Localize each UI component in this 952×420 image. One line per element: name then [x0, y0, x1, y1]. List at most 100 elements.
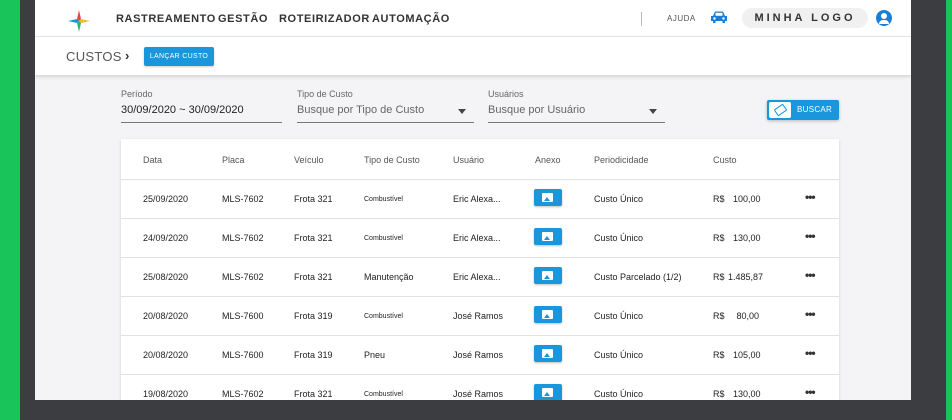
- more-options-icon[interactable]: •••: [805, 307, 816, 321]
- cell-cost-type: Combustível: [364, 235, 403, 242]
- nav-divider: [641, 12, 642, 26]
- cell-currency: R$: [713, 389, 725, 399]
- app-logo-icon[interactable]: [67, 9, 91, 33]
- cell-vehicle: Frota 319: [294, 350, 333, 360]
- cell-currency: R$: [713, 311, 725, 321]
- cell-currency: R$: [713, 272, 725, 282]
- attachment-button[interactable]: [534, 384, 562, 400]
- cell-plate: MLS-7600: [222, 311, 264, 321]
- attachment-button[interactable]: [534, 345, 562, 362]
- cost-type-select[interactable]: Busque por Tipo de Custo: [297, 104, 424, 116]
- cell-amount: 105,00: [733, 350, 761, 360]
- cell-cost-type: Combustível: [364, 313, 403, 320]
- cell-user: José Ramos: [453, 350, 504, 360]
- table-row[interactable]: 20/08/2020 MLS-7600 Frota 319 Combustíve…: [121, 296, 839, 336]
- cell-vehicle: Frota 321: [294, 233, 333, 243]
- cell-periodicity: Custo Único: [594, 350, 644, 360]
- users-dropdown-icon[interactable]: [649, 109, 657, 114]
- more-options-icon[interactable]: •••: [805, 229, 816, 243]
- cell-vehicle: Frota 321: [294, 272, 333, 282]
- user-account-icon[interactable]: [876, 10, 892, 26]
- nav-gestao[interactable]: GESTÃO: [218, 13, 268, 25]
- header-cost: Custo: [713, 155, 737, 165]
- brand-logo: MINHA LOGO: [742, 8, 868, 28]
- cell-cost-type: Manutenção: [364, 272, 414, 282]
- more-options-icon[interactable]: •••: [805, 346, 816, 360]
- image-icon: [542, 388, 553, 397]
- cell-amount: 100,00: [733, 194, 761, 204]
- cell-date: 20/08/2020: [143, 311, 189, 321]
- cost-type-underline: [297, 122, 474, 123]
- more-options-icon[interactable]: •••: [805, 190, 816, 204]
- more-options-icon[interactable]: •••: [805, 268, 816, 282]
- nav-rastreamento[interactable]: RASTREAMENTO: [116, 13, 216, 25]
- cell-user: José Ramos: [453, 311, 504, 321]
- nav-roteirizador[interactable]: ROTEIRIZADOR: [279, 13, 370, 25]
- cost-type-dropdown-icon[interactable]: [458, 109, 466, 114]
- cell-date: 25/08/2020: [143, 272, 189, 282]
- cost-type-label: Tipo de Custo: [297, 89, 353, 99]
- search-button-label: BUSCAR: [797, 105, 833, 114]
- cell-vehicle: Frota 319: [294, 311, 333, 321]
- car-icon[interactable]: [710, 10, 728, 24]
- attachment-button[interactable]: [534, 267, 562, 284]
- cell-user: Eric Alexa...: [453, 194, 501, 204]
- cell-amount: 1.485,87: [727, 272, 763, 282]
- cell-date: 19/08/2020: [143, 389, 189, 399]
- cell-amount: 80,00: [736, 311, 759, 321]
- cell-date: 24/09/2020: [143, 233, 189, 243]
- cell-currency: R$: [713, 350, 725, 360]
- cell-cost-type: Combustível: [364, 391, 403, 398]
- cell-periodicity: Custo Único: [594, 233, 644, 243]
- cell-periodicity: Custo Parcelado (1/2): [594, 272, 682, 282]
- header-attachment: Anexo: [535, 155, 561, 165]
- cell-cost-type: Combustível: [364, 196, 403, 203]
- nav-automacao[interactable]: AUTOMAÇÃO: [372, 13, 450, 25]
- cell-plate: MLS-7602: [222, 194, 264, 204]
- attachment-button[interactable]: [534, 189, 562, 206]
- cell-amount: 130,00: [733, 233, 761, 243]
- table-row[interactable]: 19/08/2020 MLS-7602 Frota 321 Combustíve…: [121, 374, 839, 400]
- top-navbar: RASTREAMENTO GESTÃO ROTEIRIZADOR AUTOMAÇ…: [35, 0, 911, 37]
- header-user: Usuário: [453, 155, 485, 165]
- cell-plate: MLS-7602: [222, 272, 264, 282]
- breadcrumb: CUSTOS: [66, 49, 122, 64]
- header-date: Data: [143, 155, 163, 165]
- header-periodicity: Periodicidade: [594, 155, 649, 165]
- image-icon: [542, 271, 553, 280]
- period-label: Período: [121, 89, 153, 99]
- help-link[interactable]: AJUDA: [667, 14, 696, 23]
- cell-date: 20/08/2020: [143, 350, 189, 360]
- cell-vehicle: Frota 321: [294, 389, 333, 399]
- period-underline: [121, 122, 282, 123]
- users-label: Usuários: [488, 89, 524, 99]
- cell-plate: MLS-7602: [222, 233, 264, 243]
- image-icon: [542, 310, 553, 319]
- cell-user: Eric Alexa...: [453, 233, 501, 243]
- eraser-icon[interactable]: [769, 102, 791, 118]
- image-icon: [542, 193, 553, 202]
- search-button[interactable]: BUSCAR: [767, 100, 839, 120]
- table-row[interactable]: 25/08/2020 MLS-7602 Frota 321 Manutenção…: [121, 257, 839, 297]
- cell-amount: 130,00: [733, 389, 761, 399]
- cell-plate: MLS-7600: [222, 350, 264, 360]
- cell-periodicity: Custo Único: [594, 389, 644, 399]
- attachment-button[interactable]: [534, 306, 562, 323]
- chevron-right-icon: ›: [125, 48, 130, 63]
- table-row[interactable]: 24/09/2020 MLS-7602 Frota 321 Combustíve…: [121, 218, 839, 258]
- users-select[interactable]: Busque por Usuário: [488, 104, 585, 116]
- cell-periodicity: Custo Único: [594, 194, 644, 204]
- header-cost-type: Tipo de Custo: [364, 155, 420, 165]
- attachment-button[interactable]: [534, 228, 562, 245]
- cell-vehicle: Frota 321: [294, 194, 333, 204]
- table-row[interactable]: 20/08/2020 MLS-7600 Frota 319 Pneu José …: [121, 335, 839, 375]
- launch-cost-button[interactable]: LANÇAR CUSTO: [144, 47, 214, 66]
- page-header: CUSTOS › LANÇAR CUSTO: [35, 37, 911, 75]
- image-icon: [542, 349, 553, 358]
- users-underline: [488, 122, 665, 123]
- more-options-icon[interactable]: •••: [805, 385, 816, 399]
- period-field[interactable]: 30/09/2020 ~ 30/09/2020: [121, 104, 244, 116]
- table-row[interactable]: 25/09/2020 MLS-7602 Frota 321 Combustíve…: [121, 179, 839, 219]
- cell-periodicity: Custo Único: [594, 311, 644, 321]
- image-icon: [542, 232, 553, 241]
